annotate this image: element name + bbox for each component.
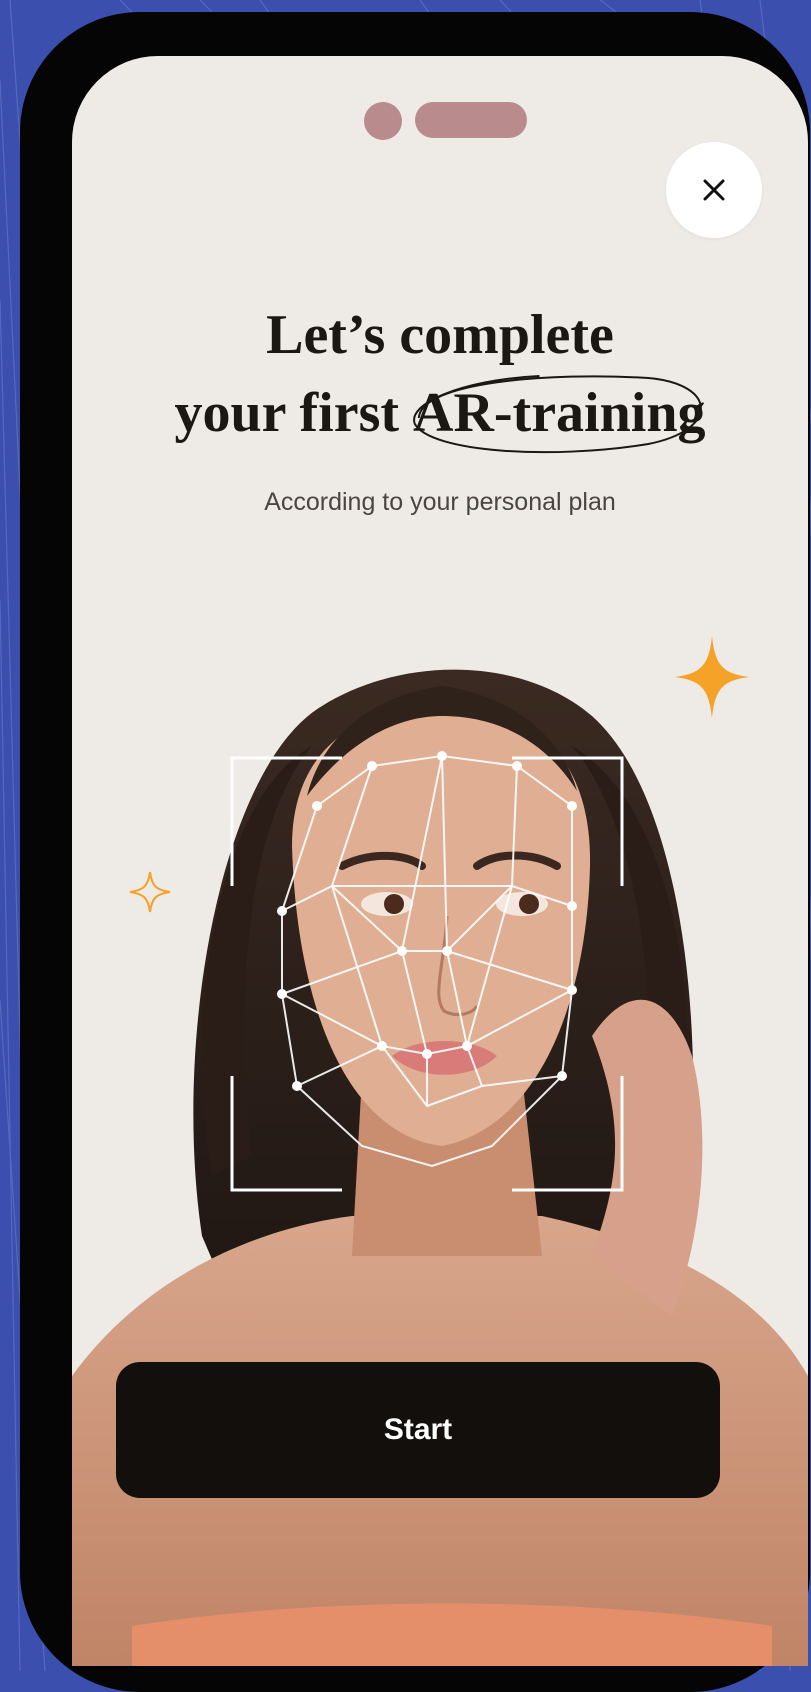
close-button[interactable]	[666, 142, 762, 238]
portrait-illustration	[72, 669, 808, 1666]
title-line-2: your first AR-training	[72, 374, 808, 454]
start-button[interactable]: Start	[116, 1362, 720, 1498]
app-screen: Let’s complete your first AR-training Ac…	[72, 56, 808, 1666]
title-line-2-prefix: your first	[174, 382, 414, 444]
subtitle: According to your personal plan	[264, 488, 616, 516]
page-title: Let’s complete your first AR-training	[72, 296, 808, 454]
title-highlight-text: AR-training	[413, 382, 706, 444]
title-line-1: Let’s complete	[266, 304, 614, 366]
phone-frame: Let’s complete your first AR-training Ac…	[20, 12, 810, 1692]
title-highlight: AR-training	[413, 374, 706, 454]
island-pill	[415, 102, 527, 138]
dynamic-island	[72, 102, 808, 140]
camera-dot	[364, 102, 402, 140]
close-icon	[703, 179, 725, 201]
